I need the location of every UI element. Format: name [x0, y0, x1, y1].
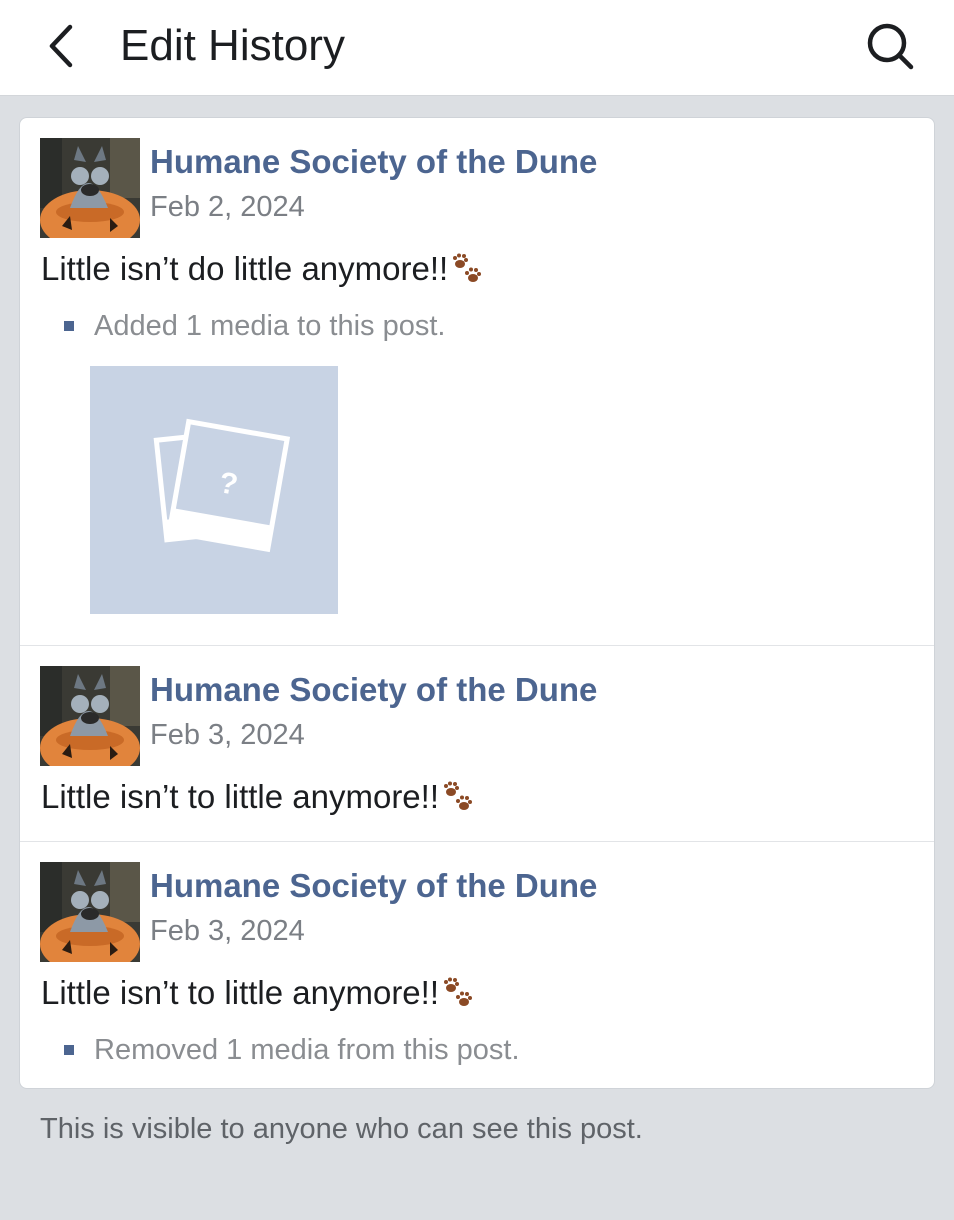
search-icon — [867, 23, 914, 70]
search-button[interactable] — [858, 18, 922, 74]
change-note: Removed 1 media from this post. — [60, 1032, 520, 1068]
avatar[interactable] — [40, 862, 140, 962]
author-link[interactable]: Humane Society of the Dune — [150, 670, 597, 710]
edit-date: Feb 2, 2024 — [150, 191, 305, 223]
post-text-body: Little isn’t do little anymore!! — [41, 250, 449, 287]
post-text: Little isn’t to little anymore!! — [41, 776, 475, 818]
post-text-body: Little isn’t to little anymore!! — [41, 778, 439, 815]
paw-prints-icon — [444, 977, 472, 1006]
media-placeholder[interactable]: ? — [90, 366, 338, 614]
back-button[interactable] — [36, 20, 86, 72]
list-item: Humane Society of the Dune Feb 2, 2024 L… — [20, 118, 934, 645]
visibility-note: This is visible to anyone who can see th… — [40, 1113, 643, 1145]
paw-prints-icon — [444, 781, 472, 810]
dog-in-pumpkin-photo — [40, 138, 140, 238]
page-title: Edit History — [120, 21, 345, 70]
dog-in-pumpkin-photo — [40, 862, 140, 962]
list-item: Humane Society of the Dune Feb 3, 2024 L… — [20, 645, 934, 842]
post-text: Little isn’t do little anymore!! — [41, 248, 484, 290]
list-item: Humane Society of the Dune Feb 3, 2024 L… — [20, 841, 934, 1088]
avatar[interactable] — [40, 138, 140, 238]
edit-history-list: Humane Society of the Dune Feb 2, 2024 L… — [19, 117, 935, 1089]
edit-date: Feb 3, 2024 — [150, 915, 305, 947]
top-bar: Edit History — [0, 0, 954, 96]
bullet-icon — [64, 321, 74, 331]
bullet-icon — [64, 1045, 74, 1055]
dog-in-pumpkin-photo — [40, 666, 140, 766]
author-link[interactable]: Humane Society of the Dune — [150, 142, 597, 182]
change-note-text: Added 1 media to this post. — [94, 310, 446, 342]
change-note: Added 1 media to this post. — [60, 308, 445, 344]
author-link[interactable]: Humane Society of the Dune — [150, 866, 597, 906]
paw-prints-icon — [453, 253, 482, 282]
post-text: Little isn’t to little anymore!! — [41, 972, 475, 1014]
missing-photo-icon: ? — [153, 418, 291, 553]
change-note-text: Removed 1 media from this post. — [94, 1034, 520, 1066]
avatar[interactable] — [40, 666, 140, 766]
post-text-body: Little isn’t to little anymore!! — [41, 974, 439, 1011]
chevron-left-icon — [49, 24, 73, 68]
edit-date: Feb 3, 2024 — [150, 719, 305, 751]
